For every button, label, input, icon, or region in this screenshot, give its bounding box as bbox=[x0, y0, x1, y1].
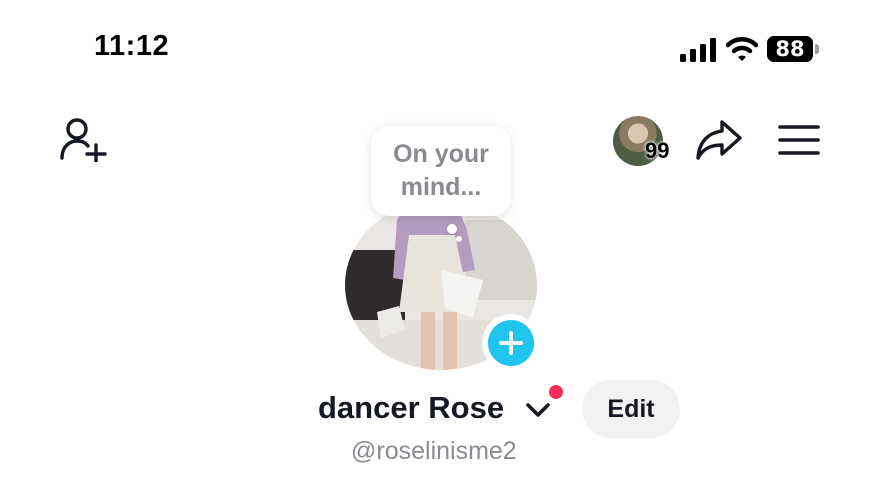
status-time: 11:12 bbox=[94, 30, 170, 62]
username: @roselinisme2 bbox=[351, 437, 517, 465]
edit-profile-button[interactable]: Edit bbox=[582, 380, 680, 438]
battery-level: 88 bbox=[767, 36, 813, 62]
share-icon[interactable] bbox=[694, 118, 744, 162]
cellular-signal-icon bbox=[680, 38, 716, 62]
notification-dot bbox=[549, 385, 563, 399]
note-bubble[interactable]: On your mind... bbox=[371, 126, 511, 216]
note-placeholder: On your mind... bbox=[393, 140, 489, 201]
hamburger-menu-icon[interactable] bbox=[778, 124, 820, 156]
battery-indicator: 88 bbox=[767, 36, 821, 64]
add-friend-icon[interactable] bbox=[58, 116, 108, 162]
note-bubble-tail bbox=[447, 224, 457, 234]
display-name[interactable]: dancer Rose bbox=[318, 390, 504, 426]
plus-icon bbox=[488, 320, 534, 366]
notifications-count: 99 bbox=[645, 138, 670, 163]
wifi-icon bbox=[726, 37, 758, 61]
battery-nub bbox=[815, 44, 819, 54]
chevron-down-icon[interactable] bbox=[525, 401, 551, 419]
note-bubble-tail-small bbox=[456, 236, 462, 242]
add-story-button[interactable] bbox=[482, 314, 540, 372]
